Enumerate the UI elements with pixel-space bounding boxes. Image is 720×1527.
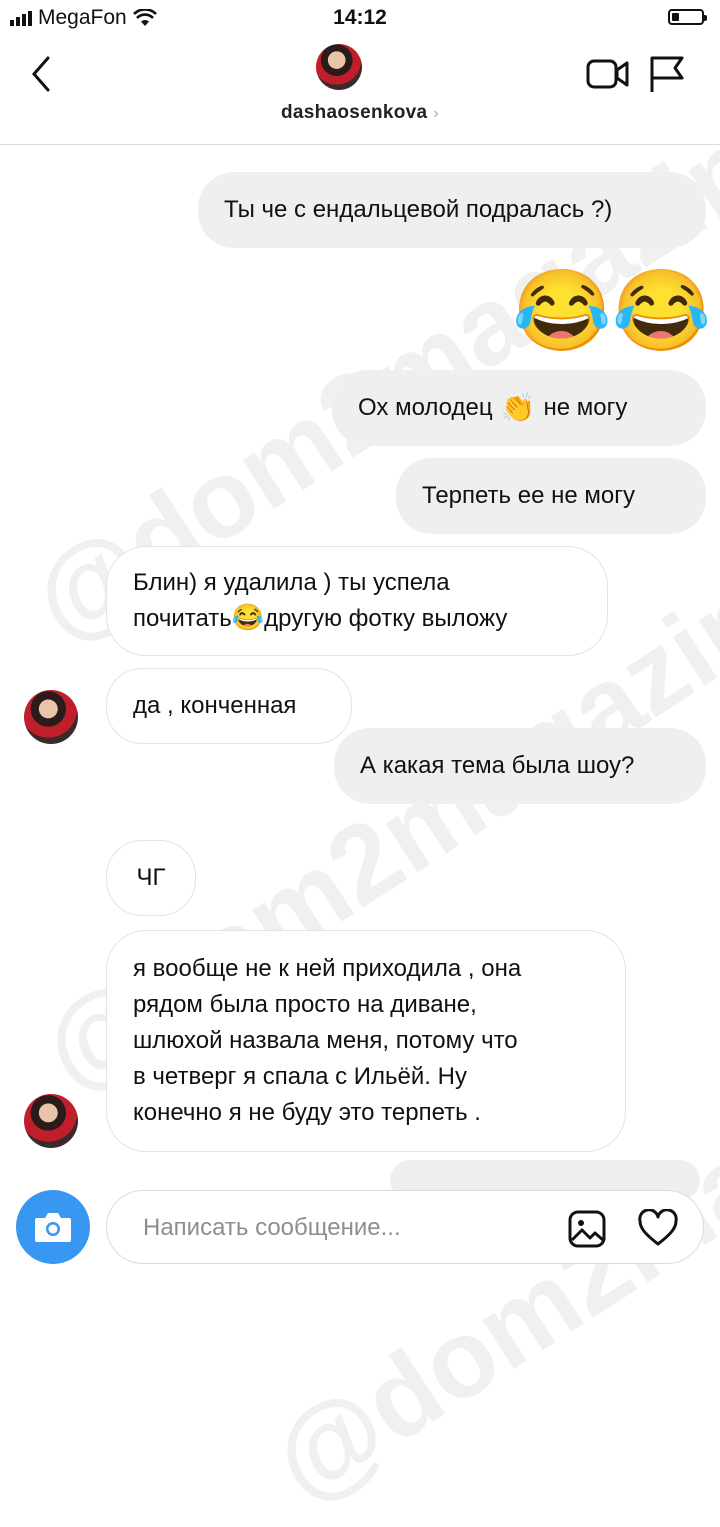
sender-avatar[interactable] — [24, 690, 78, 744]
clapping-hands-emoji: 👏 — [500, 392, 536, 423]
message-text: рядом была просто на диване, — [133, 991, 477, 1018]
message-text: Ты че с ендальцевой подралась ?) — [224, 196, 613, 223]
emoji-message[interactable]: 😂😂 — [512, 266, 711, 356]
message-text: Блин) я удалила ) ты успела — [133, 569, 450, 596]
battery-icon — [668, 9, 707, 25]
message-text: почитать — [133, 605, 232, 632]
battery-level — [672, 13, 679, 21]
video-call-icon[interactable] — [586, 58, 630, 90]
avatar[interactable] — [316, 44, 362, 90]
gallery-icon[interactable] — [567, 1209, 607, 1249]
message-text: я вообще не к ней приходила , она — [133, 955, 522, 982]
message-text: Терпеть ее не могу — [422, 482, 635, 509]
message-incoming[interactable]: я вообще не к ней приходила , она рядом … — [106, 930, 626, 1152]
message-text: А какая тема была шоу? — [360, 752, 635, 779]
message-outgoing[interactable]: Ты че с ендальцевой подралась ?) — [198, 172, 706, 248]
back-icon[interactable] — [24, 54, 64, 94]
message-text: не могу — [543, 394, 628, 421]
clock: 14:12 — [333, 6, 387, 29]
message-text: в четверг я спала с Ильёй. Ну — [133, 1063, 467, 1090]
message-outgoing[interactable]: Терпеть ее не могу — [396, 458, 706, 534]
face-with-tears-of-joy-emoji: 😂 — [231, 602, 265, 632]
chat-username[interactable]: dashaosenkova › — [0, 102, 720, 124]
message-incoming[interactable]: ЧГ — [106, 840, 196, 916]
message-incoming[interactable]: да , конченная — [106, 668, 352, 744]
camera-button[interactable] — [16, 1190, 90, 1264]
message-outgoing[interactable]: А какая тема была шоу? — [334, 728, 706, 804]
message-input[interactable] — [141, 1207, 525, 1249]
message-text: конечно я не буду это терпеть . — [133, 1099, 481, 1126]
flag-icon[interactable] — [646, 54, 686, 94]
message-text: шлюхой назвала меня, потому что — [133, 1027, 518, 1054]
message-text: другую фотку выложу — [264, 605, 508, 632]
camera-icon — [35, 1213, 71, 1242]
heart-icon[interactable] — [637, 1209, 679, 1247]
chat-header: dashaosenkova › — [0, 40, 720, 145]
message-line: почитать😂другую фотку выложу — [133, 600, 507, 636]
sender-avatar[interactable] — [24, 1094, 78, 1148]
message-text: ЧГ — [136, 864, 166, 891]
message-text: да , конченная — [133, 692, 297, 719]
status-bar: MegaFon 14:12 — [0, 0, 720, 40]
message-text: Ох молодец — [358, 394, 493, 421]
message-outgoing[interactable]: Ох молодец 👏 не могу — [332, 370, 706, 446]
username-label: dashaosenkova — [280, 102, 428, 123]
chevron-right-icon: › — [433, 105, 440, 122]
message-composer — [106, 1190, 704, 1264]
message-incoming[interactable]: Блин) я удалила ) ты успела почитать😂дру… — [106, 546, 608, 656]
